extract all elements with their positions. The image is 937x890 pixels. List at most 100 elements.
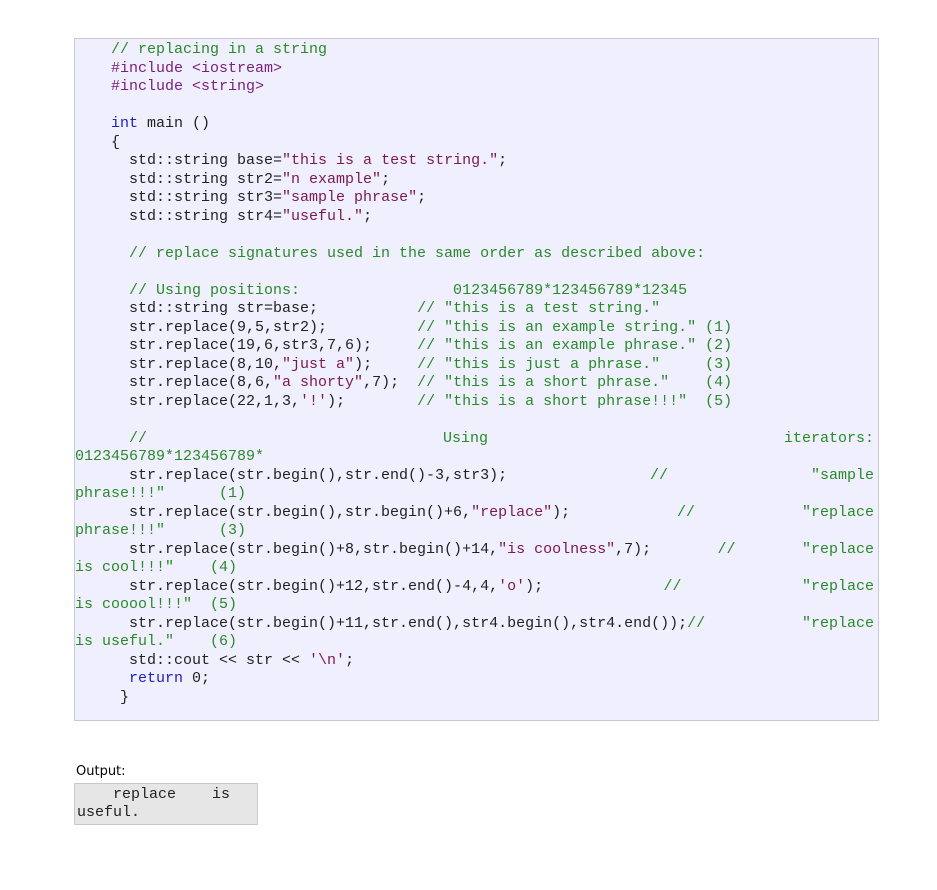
code-line: is cooool!!!" (5)	[75, 596, 874, 615]
code-line: std::string str2="n example";	[75, 171, 874, 190]
code-token-group: Using	[443, 430, 488, 449]
code-token-group: str.replace(str.begin(),str.begin()+6,"r…	[75, 504, 570, 523]
code-comment: // Using positions: 0123456789*123456789…	[75, 281, 688, 299]
output-line: replace is	[77, 786, 231, 803]
code-text: }	[75, 688, 130, 706]
code-token-group: //	[718, 541, 736, 560]
code-text: 0;	[183, 670, 211, 687]
code-comment: // "this is an example phrase." (2)	[417, 337, 733, 354]
code-string: '!'	[300, 392, 328, 410]
code-token-group: iterators:	[784, 430, 874, 449]
code-comment: //	[717, 540, 736, 558]
code-token-group: //	[677, 504, 695, 523]
code-comment: "replace	[801, 577, 874, 595]
code-text: {	[75, 133, 121, 151]
code-line: {	[75, 134, 874, 153]
code-text: str.replace(19,6,str3,7,6);	[75, 337, 418, 354]
code-comment: is cooool!!!" (5)	[75, 596, 238, 613]
code-text: ;	[363, 207, 373, 225]
code-comment: // replacing in a string	[75, 41, 328, 58]
code-comment: "replace	[801, 614, 874, 632]
code-comment: //	[677, 503, 696, 521]
code-line: str.replace(str.begin(),str.end()-3,str3…	[75, 467, 874, 486]
code-text: str.replace(8,10,	[75, 355, 283, 373]
code-string: "a shorty"	[273, 374, 364, 391]
code-line: return 0;	[75, 670, 874, 689]
code-comment: "replace	[801, 540, 874, 558]
code-preprocessor: #include <string>	[75, 78, 265, 95]
code-comment: is useful." (6)	[75, 633, 238, 650]
code-text: );	[552, 503, 571, 521]
code-keyword: return	[129, 670, 184, 687]
code-line: 0123456789*123456789*	[75, 448, 874, 467]
code-text: str.replace(str.begin()+8,str.begin()+14…	[75, 540, 499, 558]
code-text: str.replace(22,1,3,	[75, 392, 301, 410]
code-text: );	[354, 355, 418, 373]
code-text: str.replace(9,5,str2);	[75, 318, 418, 336]
code-text: std::string str2=	[75, 170, 283, 188]
code-line: std::string base="this is a test string.…	[75, 152, 874, 171]
code-text: main ()	[138, 115, 211, 132]
code-comment: is cool!!!" (4)	[75, 559, 238, 576]
code-string: "n example"	[282, 170, 382, 188]
code-text: str.replace(str.begin(),str.end()-3,str3…	[75, 466, 508, 484]
code-comment: //	[75, 429, 148, 447]
code-line: str.replace(str.begin()+11,str.end(),str…	[75, 615, 874, 634]
code-string: "is coolness"	[498, 540, 616, 558]
code-line: // replace signatures used in the same o…	[75, 245, 874, 264]
code-text: std::string base=	[75, 152, 283, 169]
code-text: ;	[498, 152, 508, 169]
code-token-group: str.replace(str.begin()+12,str.end()-4,4…	[75, 578, 543, 597]
code-string: "replace"	[471, 503, 553, 521]
code-token-group: "replace	[802, 578, 874, 597]
code-text: ;	[345, 651, 355, 669]
code-token-group: str.replace(str.begin(),str.end()-3,str3…	[75, 467, 507, 486]
code-block: // replacing in a string #include <iostr…	[74, 38, 879, 721]
code-comment: // "this is just a phrase." (3)	[417, 355, 733, 373]
code-text: std::string str3=	[75, 189, 283, 206]
code-string: "useful."	[282, 207, 364, 225]
code-line: #include <iostream>	[75, 60, 874, 79]
code-comment: // "this is a short phrase!!!" (5)	[417, 392, 733, 410]
code-line: }	[75, 689, 874, 708]
code-line: // Using positions: 0123456789*123456789…	[75, 282, 874, 301]
code-line: std::string str=base; // "this is a test…	[75, 300, 874, 319]
code-comment: // "this is a test string."	[417, 300, 661, 317]
code-token-group: //	[75, 430, 147, 449]
code-text: ;	[381, 170, 391, 188]
code-text: ,7);	[615, 540, 652, 558]
code-line: std::string str4="useful.";	[75, 208, 874, 227]
code-line: std::cout << str << '\n';	[75, 652, 874, 671]
code-line: // replacing in a string	[75, 41, 874, 60]
code-token-group: "replace	[802, 504, 874, 523]
code-token-group: "sample	[811, 467, 874, 486]
code-comment: // replace signatures used in the same o…	[75, 244, 706, 262]
code-comment: iterators:	[783, 429, 874, 447]
code-string: "sample phrase"	[282, 189, 418, 206]
code-line: str.replace(19,6,str3,7,6); // "this is …	[75, 337, 874, 356]
code-comment: //	[687, 614, 706, 632]
code-string: '\n'	[309, 651, 346, 669]
code-text: std::string str=base;	[75, 300, 418, 317]
code-comment: // "this is an example string." (1)	[417, 318, 733, 336]
code-comment: 0123456789*123456789*	[75, 448, 265, 465]
code-line: str.replace(str.begin()+8,str.begin()+14…	[75, 541, 874, 560]
code-token-group: str.replace(str.begin()+11,str.end(),str…	[75, 615, 705, 634]
output-line: useful.	[77, 804, 141, 821]
code-comment: //	[650, 466, 669, 484]
code-string: 'o'	[498, 577, 526, 595]
code-comment: // "this is a short phrase." (4)	[417, 374, 733, 391]
code-text: );	[525, 577, 544, 595]
code-line: std::string str3="sample phrase";	[75, 189, 874, 208]
code-line: str.replace(9,5,str2); // "this is an ex…	[75, 319, 874, 338]
code-comment: Using	[442, 429, 488, 447]
code-string: "just a"	[282, 355, 355, 373]
code-text: str.replace(str.begin(),str.begin()+6,	[75, 503, 472, 521]
code-text: ,7);	[363, 374, 418, 391]
code-text: str.replace(str.begin()+11,str.end(),str…	[75, 614, 688, 632]
code-text: std::string str4=	[75, 207, 283, 225]
